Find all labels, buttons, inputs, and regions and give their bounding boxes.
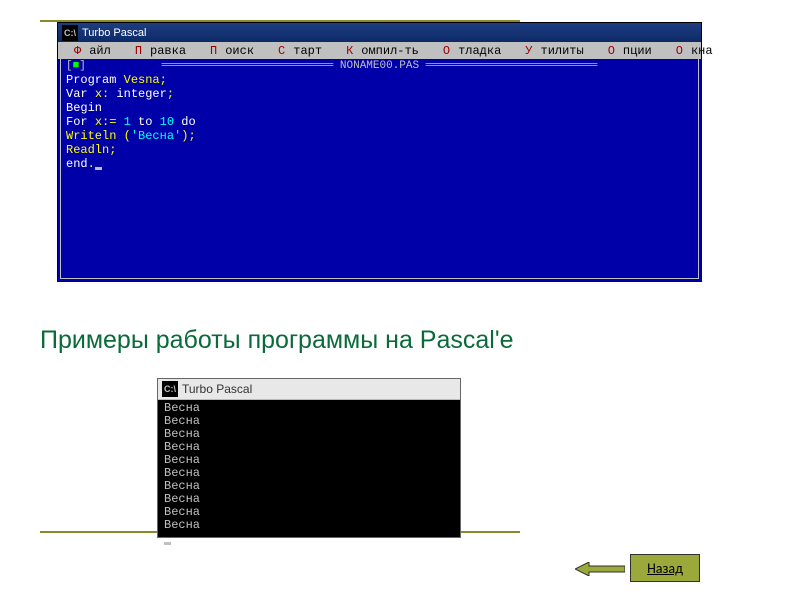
- system-menu-icon[interactable]: C:\: [162, 381, 178, 397]
- window-title: Turbo Pascal: [82, 27, 146, 39]
- menu-item[interactable]: Компил-ть: [330, 44, 427, 58]
- slide: C:\ Turbo Pascal ФайлПравкаПоискСтартКом…: [0, 0, 800, 600]
- menu-bar[interactable]: ФайлПравкаПоискСтартКомпил-тьОтладкаУтил…: [58, 42, 701, 59]
- menu-item[interactable]: Файл: [58, 44, 119, 58]
- menu-item[interactable]: Утилиты: [509, 44, 591, 58]
- editor-area[interactable]: [■] ══════════════════════════ NONAME00.…: [58, 59, 701, 281]
- menu-item[interactable]: Окна: [660, 44, 721, 58]
- menu-item[interactable]: Отладка: [427, 44, 509, 58]
- output-titlebar: C:\ Turbo Pascal: [158, 379, 460, 400]
- source-code: Program Vesna;Var x: integer;BeginFor x:…: [66, 73, 196, 171]
- output-window-title: Turbo Pascal: [182, 382, 252, 396]
- menu-item[interactable]: Поиск: [194, 44, 262, 58]
- text-cursor: [95, 167, 102, 170]
- window-titlebar: C:\ Turbo Pascal: [58, 23, 701, 42]
- back-button[interactable]: Назад: [630, 554, 700, 582]
- slide-heading: Примеры работы программы на Pascal'e: [40, 325, 600, 355]
- menu-item[interactable]: Правка: [119, 44, 194, 58]
- turbo-pascal-window: C:\ Turbo Pascal ФайлПравкаПоискСтартКом…: [57, 22, 702, 282]
- menu-item[interactable]: Опции: [592, 44, 660, 58]
- console-output: Весна Весна Весна Весна Весна Весна Весн…: [158, 400, 460, 537]
- menu-item[interactable]: Старт: [262, 44, 330, 58]
- text-cursor: [164, 542, 171, 545]
- system-menu-icon[interactable]: C:\: [62, 25, 78, 41]
- output-window: C:\ Turbo Pascal Весна Весна Весна Весна…: [157, 378, 461, 538]
- back-button-label: Назад: [647, 560, 683, 577]
- arrow-left-icon: [575, 562, 625, 576]
